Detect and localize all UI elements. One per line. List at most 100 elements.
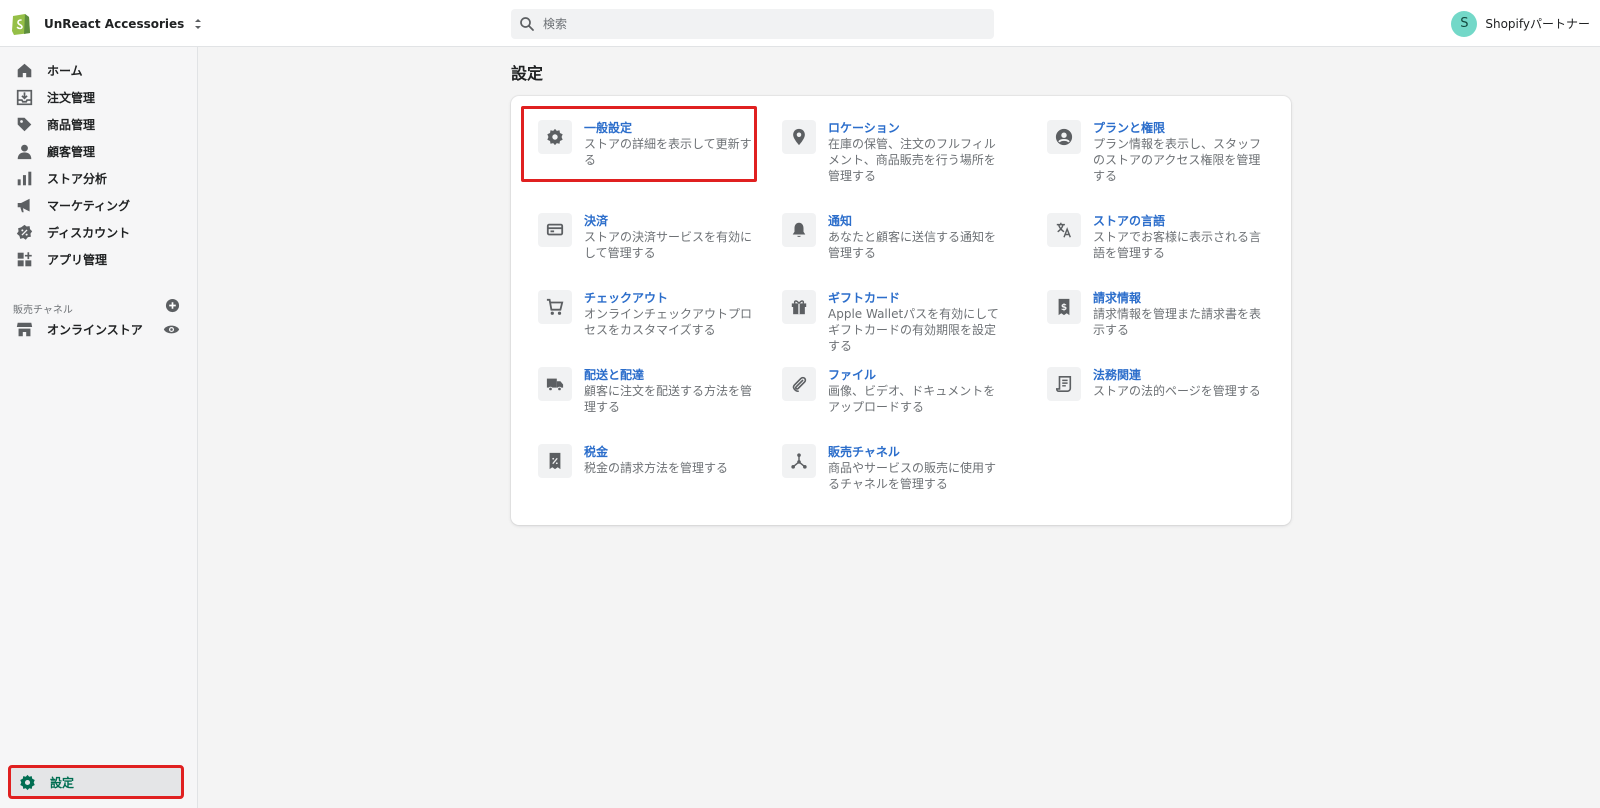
sidebar-item-orders[interactable]: 注文管理	[10, 84, 190, 110]
tile-description: あなたと顧客に送信する通知を管理する	[828, 230, 997, 260]
tile-description: 在庫の保管、注文のフルフィルメント、商品販売を行う場所を管理する	[828, 137, 996, 183]
sidebar-item-customers[interactable]: 顧客管理	[10, 138, 190, 164]
tile-description: Apple Walletパスを有効にしてギフトカードの有効期限を設定する	[828, 307, 999, 353]
legal-document-icon	[1055, 375, 1072, 393]
selector-arrows-icon	[195, 18, 202, 29]
tile-title: 税金	[584, 445, 609, 459]
analytics-icon	[17, 171, 32, 185]
settings-tile-shipping[interactable]: 配送と配達顧客に注文を配送する方法を管理する	[538, 367, 768, 415]
add-channel-icon[interactable]	[165, 298, 180, 313]
sidebar-item-label: オンラインストア	[47, 322, 143, 337]
sidebar-item-discounts[interactable]: ディスカウント	[10, 219, 190, 245]
tile-description: ストアの法的ページを管理する	[1093, 384, 1261, 398]
settings-tile-files[interactable]: ファイル画像、ビデオ、ドキュメントをアップロードする	[782, 367, 1012, 415]
sidebar-item-marketing[interactable]: マーケティング	[10, 192, 190, 218]
user-circle-icon	[1055, 128, 1073, 146]
orders-icon	[16, 89, 33, 105]
truck-icon	[546, 378, 564, 392]
tile-title: 販売チャネル	[828, 445, 900, 459]
tile-title: ロケーション	[828, 121, 900, 135]
tile-title: 請求情報	[1093, 291, 1142, 305]
sidebar-item-home[interactable]: ホーム	[10, 57, 190, 83]
tile-description: プラン情報を表示し、スタッフのストアのアクセス権限を管理する	[1093, 137, 1262, 183]
tile-title: ギフトカード	[828, 291, 901, 305]
store-switcher[interactable]: UnReact Accessories	[36, 0, 210, 47]
eye-icon[interactable]	[163, 321, 180, 338]
tile-title: ストアの言語	[1093, 214, 1166, 228]
tile-description: ストアでお客様に表示される言語を管理する	[1093, 230, 1262, 260]
settings-tile-notifications[interactable]: 通知あなたと顧客に送信する通知を管理する	[782, 213, 1012, 261]
settings-tile-legal[interactable]: 法務関連ストアの法的ページを管理する	[1047, 367, 1277, 401]
sidebar-item-analytics[interactable]: ストア分析	[10, 165, 190, 191]
gear-icon	[20, 774, 35, 790]
svg-text:$: $	[1061, 303, 1067, 313]
settings-tile-store-languages[interactable]: ストアの言語ストアでお客様に表示される言語を管理する	[1047, 213, 1277, 261]
sidebar-item-label: 顧客管理	[47, 144, 96, 159]
sidebar-item-label: 商品管理	[47, 117, 96, 132]
location-pin-icon	[793, 128, 805, 146]
avatar: S	[1451, 10, 1478, 37]
search-icon	[520, 17, 534, 31]
tile-title: ファイル	[828, 368, 877, 382]
tile-description: オンラインチェックアウトプロセスをカスタマイズする	[584, 307, 753, 337]
tile-description: 請求情報を管理また請求書を表示する	[1093, 307, 1262, 337]
settings-tile-billing[interactable]: $ 請求情報請求情報を管理また請求書を表示する	[1047, 290, 1277, 338]
tile-title: 配送と配達	[584, 368, 645, 382]
sidebar-item-label: 注文管理	[47, 90, 96, 105]
settings-tile-gift-cards[interactable]: ギフトカード Apple Walletパスを有効にしてギフトカードの有効期限を設定…	[782, 290, 1012, 354]
tile-title: 決済	[584, 214, 609, 228]
highlight-box	[521, 106, 757, 182]
search-input[interactable]	[543, 17, 983, 31]
sidebar-item-label: アプリ管理	[47, 252, 108, 267]
settings-tile-sales-channels[interactable]: 販売チャネル商品やサービスの販売に使用するチャネルを管理する	[782, 444, 1012, 492]
sidebar-item-label: 設定	[50, 775, 75, 790]
sidebar-item-apps[interactable]: アプリ管理	[10, 246, 190, 272]
cart-icon	[546, 298, 564, 315]
search-bar[interactable]	[511, 9, 994, 39]
user-name: Shopifyパートナー	[1485, 17, 1590, 31]
sidebar-item-products[interactable]: 商品管理	[10, 111, 190, 137]
discount-icon	[16, 224, 33, 240]
sidebar-item-label: マーケティング	[47, 198, 131, 213]
store-icon	[16, 322, 33, 336]
tile-description: 顧客に注文を配送する方法を管理する	[584, 384, 753, 414]
store-name: UnReact Accessories	[44, 16, 185, 31]
sidebar-item-label: ホーム	[47, 63, 83, 78]
tile-title: 法務関連	[1093, 368, 1142, 382]
tile-title: プランと権限	[1093, 121, 1166, 135]
tile-description: 画像、ビデオ、ドキュメントをアップロードする	[828, 384, 996, 414]
home-icon	[17, 63, 32, 77]
sidebar-item-label: ストア分析	[47, 171, 108, 186]
sidebar-item-settings[interactable]: 設定	[8, 765, 184, 799]
bell-icon	[792, 222, 806, 237]
sidebar: ホーム 注文管理 商品管理 顧客管理 ストア分析 マーケティング ディスカウント…	[0, 47, 198, 808]
shopify-logo-icon[interactable]	[10, 11, 32, 35]
paperclip-icon	[792, 376, 807, 393]
gift-icon	[791, 300, 807, 315]
top-bar: UnReact Accessories S Shopifyパートナー	[0, 0, 1600, 47]
tile-title: チェックアウト	[584, 291, 669, 305]
page-title: 設定	[511, 64, 544, 83]
channels-icon	[791, 453, 807, 469]
user-menu[interactable]: S Shopifyパートナー	[1451, 0, 1590, 47]
settings-tile-taxes[interactable]: 税金税金の請求方法を管理する	[538, 444, 768, 478]
tile-description: 商品やサービスの販売に使用するチャネルを管理する	[828, 461, 997, 491]
translate-icon	[1056, 222, 1071, 238]
megaphone-icon	[17, 198, 30, 212]
tile-description: 税金の請求方法を管理する	[584, 461, 729, 475]
sales-channels-heading: 販売チャネル	[13, 305, 73, 316]
payment-card-icon	[546, 223, 564, 236]
tag-icon	[17, 117, 32, 131]
sidebar-item-label: ディスカウント	[47, 225, 131, 240]
person-icon	[17, 144, 32, 159]
settings-tile-checkout[interactable]: チェックアウトオンラインチェックアウトプロセスをカスタマイズする	[538, 290, 768, 338]
sidebar-item-online-store[interactable]: オンラインストア	[10, 316, 190, 342]
settings-tile-locations[interactable]: ロケーション在庫の保管、注文のフルフィルメント、商品販売を行う場所を管理する	[782, 120, 1012, 184]
tax-receipt-icon	[549, 452, 561, 470]
settings-tile-plan-permissions[interactable]: プランと権限プラン情報を表示し、スタッフのストアのアクセス権限を管理する	[1047, 120, 1277, 184]
apps-icon	[17, 251, 32, 266]
billing-icon: $	[1058, 298, 1070, 316]
settings-tile-payments[interactable]: 決済ストアの決済サービスを有効にして管理する	[538, 213, 768, 261]
tile-description: ストアの決済サービスを有効にして管理する	[584, 230, 753, 260]
tile-title: 通知	[828, 214, 853, 228]
